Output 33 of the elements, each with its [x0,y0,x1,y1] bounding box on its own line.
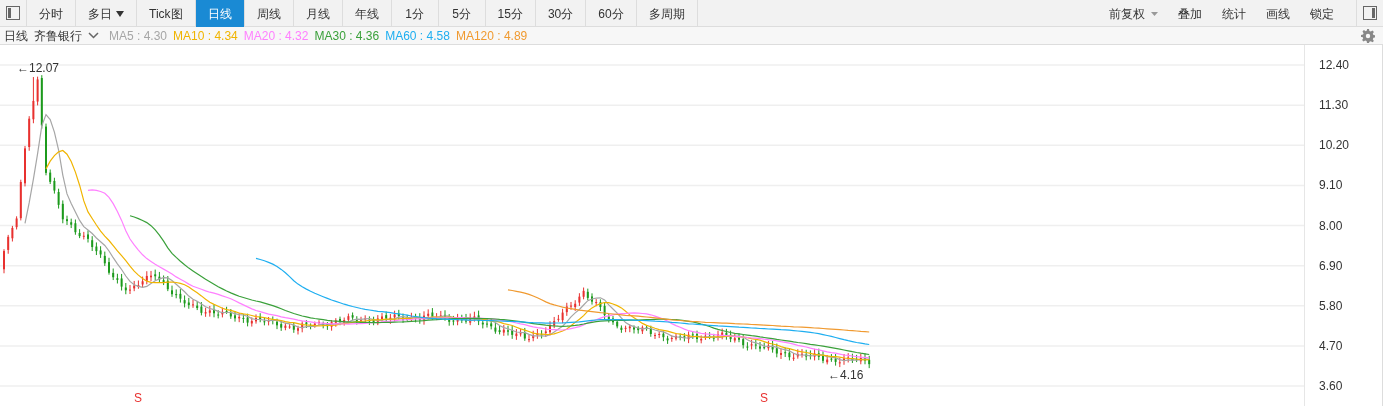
toolbar-button[interactable]: 前复权 [1099,0,1168,27]
axis-label: 6.90 [1319,258,1343,273]
period-label: 日线 [4,27,28,45]
axis-label: 5.80 [1319,298,1343,313]
toolbar-button[interactable]: 锁定 [1300,0,1344,27]
caret-down-icon [1151,11,1158,16]
signal-marker: S [134,391,142,405]
axis-label: 4.70 [1319,338,1343,353]
axis-label: 10.20 [1319,138,1350,153]
price-annotation: ←12.07 [17,61,60,75]
moving-average-value: MA5 : 4.30 [109,27,168,45]
axis-label: 12.40 [1319,58,1350,72]
moving-average-value: MA10 : 4.34 [173,27,238,45]
axis-label: 11.30 [1319,98,1349,113]
settings-icon[interactable] [1361,28,1375,43]
moving-average-value: MA60 : 4.58 [385,27,450,45]
axis-label: 9.10 [1319,178,1343,193]
toolbar-button[interactable]: 统计 [1212,0,1256,27]
price-annotation: ←4.16 [828,368,864,382]
stock-selector[interactable]: 齐鲁银行 [34,26,99,45]
axis-label: 3.60 [1319,379,1343,393]
toolbar-button[interactable]: 画线 [1256,0,1300,27]
period-tab[interactable]: 日线 [195,0,245,27]
chevron-down-icon [88,32,99,39]
axis-label: 8.00 [1319,218,1343,233]
caret-down-icon [116,10,124,17]
toolbar-button[interactable]: 叠加 [1168,0,1212,27]
moving-average-value: MA120 : 4.89 [455,27,528,45]
moving-average-value: MA30 : 4.36 [314,27,380,45]
moving-average-value: MA20 : 4.32 [243,27,309,45]
panel-toggle-icon[interactable] [1363,6,1377,20]
panel-toggle-icon[interactable] [6,6,20,20]
signal-marker: S [760,391,768,405]
